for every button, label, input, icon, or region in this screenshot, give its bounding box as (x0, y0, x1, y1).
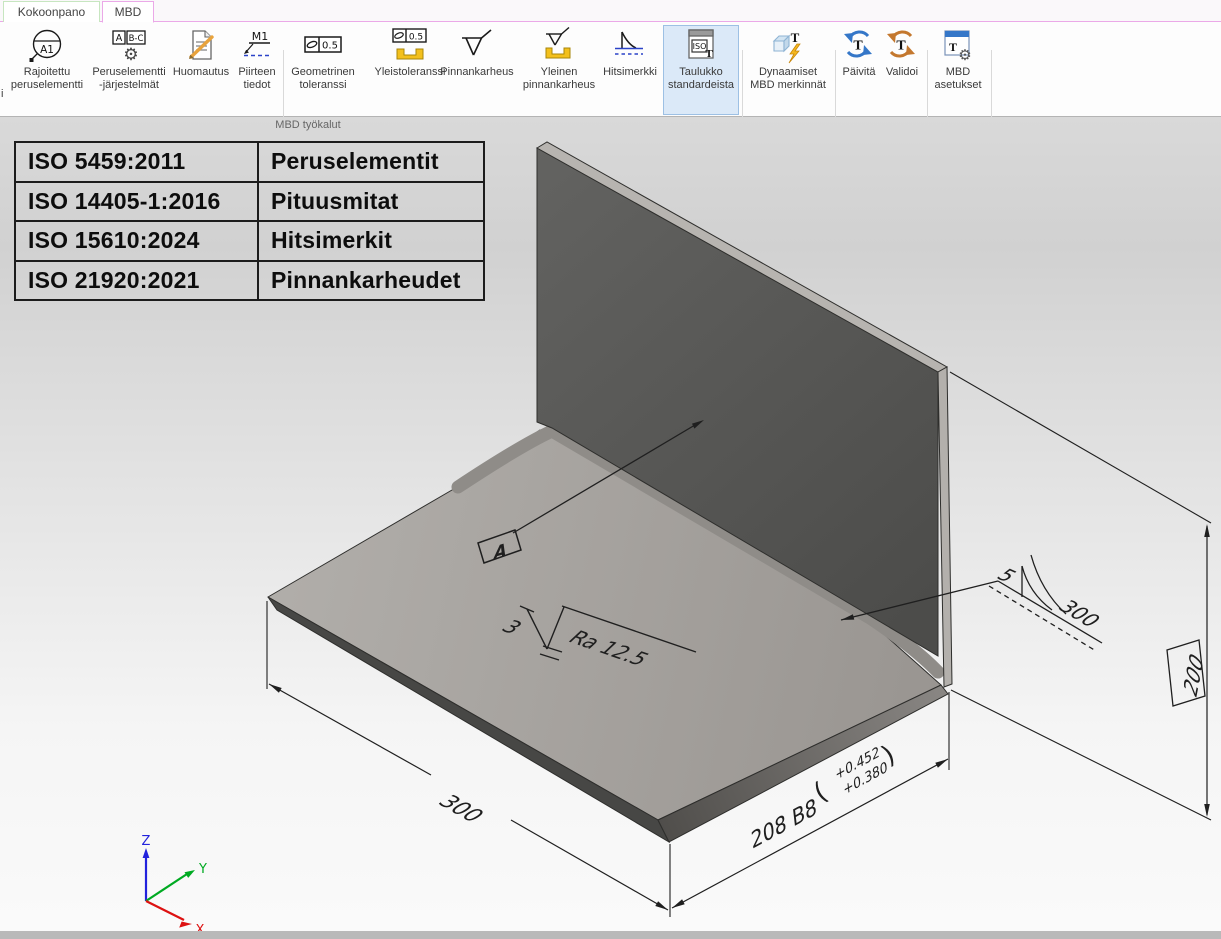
ribbon-separator (927, 50, 928, 118)
table-cell-std[interactable]: ISO 5459:2011 (16, 143, 259, 183)
ribbon-button-label: Piirteen tiedot (234, 66, 280, 92)
icon-text-t: T (949, 40, 957, 54)
ribbon-button-dynaamiset-mbd-merkinnat[interactable]: T Dynaamiset MBD merkinnät (744, 25, 832, 115)
gear-icon: ⚙ (958, 46, 971, 64)
triad-x-label: X (196, 923, 205, 931)
dimension-200-value: 200 (1181, 648, 1208, 703)
ribbon-button-huomautus[interactable]: Huomautus (169, 25, 233, 115)
ribbon-button-paivita[interactable]: T Päivitä (838, 25, 880, 115)
standards-table-icon: ISO T (664, 27, 738, 65)
table-cell-std[interactable]: ISO 15610:2024 (16, 222, 259, 262)
model-plate-right-edge[interactable] (938, 367, 952, 687)
dimension-208-value: 208 B8 (750, 794, 818, 855)
ribbon-button-peruselementtijarjestelmat[interactable]: A B-C ⚙ Peruselementti -järjestelmät (89, 25, 169, 115)
viewport-3d[interactable]: A 3 Ra 12.5 5 300 (0, 117, 1221, 931)
ribbon-button-label: Yleinen pinnankarheus (521, 66, 597, 92)
ribbon-separator (835, 50, 836, 118)
tab-kokoonpano[interactable]: Kokoonpano (3, 1, 100, 22)
table-cell-desc[interactable]: Hitsimerkit (259, 222, 485, 262)
table-cell-desc[interactable]: Pituusmitat (259, 183, 485, 223)
geometric-tolerance-icon: 0.5 (287, 27, 359, 65)
ribbon-button-rajoitettu-peruselementti[interactable]: A1 Rajoitettu peruselementti (7, 25, 87, 115)
ribbon-button-validoi[interactable]: T Validoi (880, 25, 924, 115)
ribbon-button-clipped[interactable]: i (1, 88, 3, 100)
triad-y-label: Y (198, 862, 207, 877)
icon-text-t: T (705, 48, 713, 60)
ribbon-button-label: Peruselementti -järjestelmät (90, 66, 168, 92)
ribbon-separator (283, 50, 284, 118)
icon-text-a1: A1 (40, 44, 54, 56)
ribbon-button-label: Päivitä (839, 66, 879, 79)
ribbon-group-label: MBD työkalut (238, 119, 378, 131)
note-icon (170, 27, 232, 65)
ribbon-button-label: Dynaamiset MBD merkinnät (745, 66, 831, 92)
table-cell-std[interactable]: ISO 14405-1:2016 (16, 183, 259, 223)
ribbon-button-geometrinen-toleranssi[interactable]: 0.5 Geometrinen toleranssi (286, 25, 360, 115)
weld-length: 300 (1053, 597, 1106, 631)
table-cell-desc[interactable]: Pinnankarheudet (259, 262, 485, 302)
tab-mbd-label: MBD (115, 5, 142, 19)
surface-finish-icon (435, 27, 519, 65)
mbd-settings-icon: T ⚙ (930, 27, 986, 65)
icon-text-iso: ISO (693, 42, 707, 51)
ribbon-button-piirteen-tiedot[interactable]: M1 Piirteen tiedot (233, 25, 281, 115)
ribbon-separator (742, 50, 743, 118)
table-cell-std[interactable]: ISO 21920:2021 (16, 262, 259, 302)
dimension-200[interactable]: 200 (950, 372, 1211, 820)
status-bar-edge (0, 931, 1221, 939)
ribbon-button-label: Geometrinen toleranssi (287, 66, 359, 92)
icon-text-a: A (116, 33, 123, 44)
ribbon-button-label: Pinnankarheus (435, 66, 519, 79)
gear-icon: ⚙ (123, 45, 138, 65)
tab-kokoonpano-label: Kokoonpano (18, 5, 85, 19)
ribbon-button-taulukko-standardeista[interactable]: ISO T Taulukko standardeista (663, 25, 739, 115)
refresh-icon: T (839, 27, 879, 65)
triad-z-label: Z (142, 834, 151, 849)
table-cell-desc[interactable]: Peruselementit (259, 143, 485, 183)
icon-text-bc: B-C (129, 34, 144, 44)
ribbon-button-hitsimerkki[interactable]: Hitsimerkki (598, 25, 662, 115)
ribbon-button-label: MBD asetukset (930, 66, 986, 92)
document-tab-bar: Kokoonpano MBD (0, 0, 1221, 22)
dimension-300-value: 300 (432, 792, 490, 827)
ribbon-button-label: Huomautus (170, 66, 232, 79)
icon-text-t: T (896, 39, 906, 54)
ribbon-button-yleinen-pinnankarheus[interactable]: Yleinen pinnankarheus (520, 25, 598, 115)
ribbon-separator (991, 50, 992, 118)
icon-text-tol: 0.5 (409, 33, 423, 43)
validate-icon: T (881, 27, 923, 65)
feature-dimension-icon: M1 (234, 27, 280, 65)
ribbon-button-label: Validoi (881, 66, 923, 79)
general-surface-finish-icon (521, 27, 597, 65)
tab-mbd[interactable]: MBD (102, 1, 154, 23)
icon-text-m1: M1 (252, 30, 269, 43)
ribbon-button-label: Hitsimerkki (599, 66, 661, 79)
icon-text-t: T (853, 39, 863, 54)
ribbon-button-mbd-asetukset[interactable]: T ⚙ MBD asetukset (929, 25, 987, 115)
icon-text-tol: 0.5 (322, 41, 338, 52)
weld-symbol-icon (599, 27, 661, 65)
iso-standards-table[interactable]: ISO 5459:2011 Peruselementit ISO 14405-1… (14, 141, 485, 301)
ribbon-button-label: Taulukko standardeista (664, 66, 738, 92)
ribbon-button-label: Rajoitettu peruselementti (8, 66, 86, 92)
mbd-ribbon: i A1 Rajoitettu peruselementti A B-C ⚙ P… (0, 22, 1221, 117)
dynamic-annotations-icon: T (745, 27, 831, 65)
datum-systems-icon: A B-C ⚙ (90, 27, 168, 65)
lightning-icon (789, 44, 800, 63)
ribbon-button-pinnankarheus[interactable]: Pinnankarheus (434, 25, 520, 115)
icon-text-t: T (791, 30, 800, 45)
weld-size: 5 (991, 565, 1022, 586)
datum-target-icon: A1 (8, 27, 86, 65)
orientation-triad: Z Y X (142, 834, 207, 931)
